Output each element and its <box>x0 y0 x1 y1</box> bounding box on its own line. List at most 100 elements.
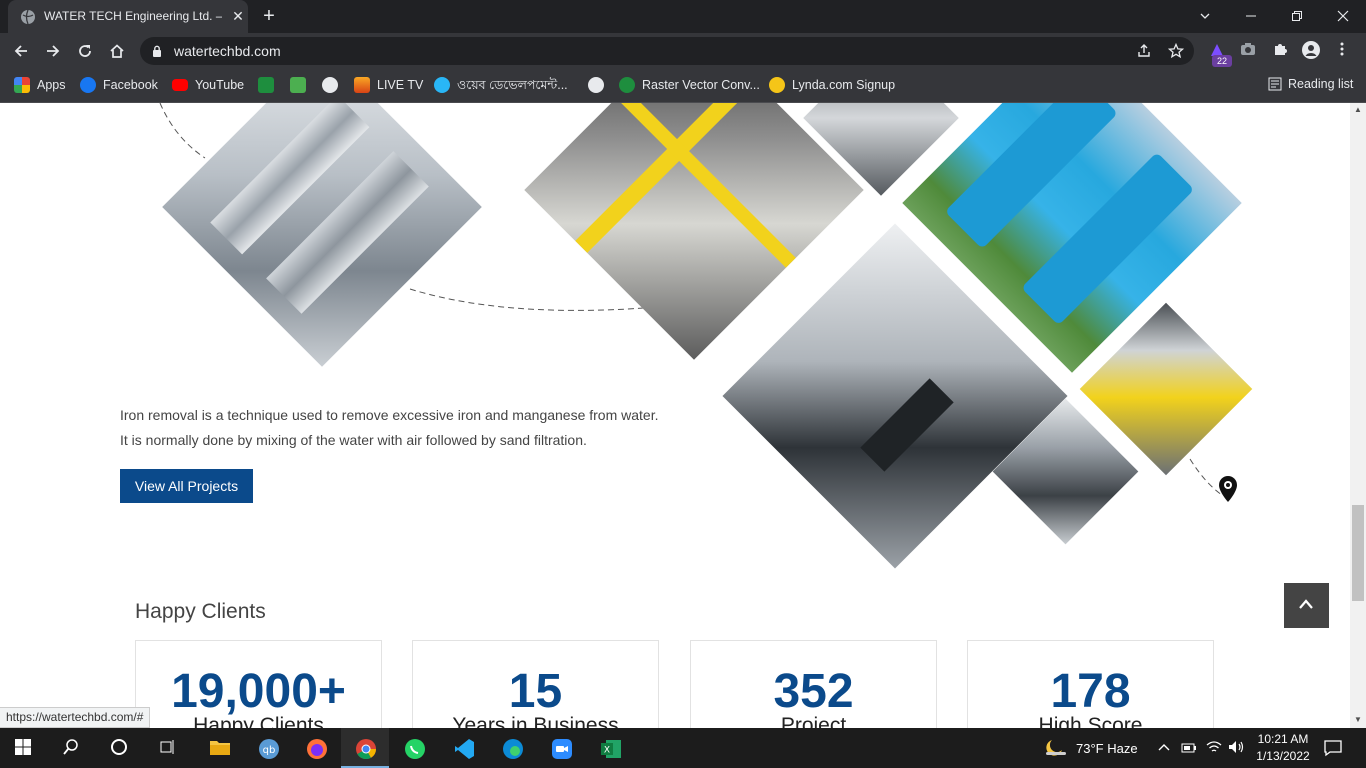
stat-card-projects: 352 Project <box>690 640 937 728</box>
tab-strip: WATER TECH Engineering Ltd. – v ✕ + <box>0 0 1366 33</box>
home-button[interactable] <box>104 38 130 64</box>
zoom-icon <box>552 739 572 759</box>
lynda-icon <box>769 76 785 93</box>
notification-center-icon[interactable] <box>1324 739 1342 757</box>
svg-text:X: X <box>604 746 610 756</box>
bookmark-web-dev[interactable]: ওয়েব ডেভেলপমেন্ট... <box>434 76 568 95</box>
bookmark-globe-1[interactable] <box>322 76 338 95</box>
bookmark-facebook[interactable]: Facebook <box>80 76 158 95</box>
bookmark-live-tv[interactable]: LIVE TV <box>354 76 423 95</box>
forward-button[interactable] <box>40 38 66 64</box>
globe-icon <box>21 9 35 25</box>
star-icon[interactable] <box>1168 43 1184 59</box>
weather-text[interactable]: 73°F Haze <box>1076 741 1138 756</box>
url-text: watertechbd.com <box>174 43 281 59</box>
camera-icon[interactable] <box>1240 41 1256 57</box>
stat-card-happy-clients: 19,000+ Happy Clients <box>135 640 382 728</box>
start-button[interactable] <box>0 728 48 768</box>
youtube-icon <box>172 78 188 91</box>
close-window-button[interactable] <box>1320 0 1366 33</box>
back-button[interactable] <box>8 38 34 64</box>
bookmark-raster-vector[interactable]: Raster Vector Conv... <box>619 76 760 95</box>
qbittorrent-button[interactable]: qb <box>244 728 292 768</box>
reload-button[interactable] <box>72 38 98 64</box>
address-bar[interactable]: watertechbd.com <box>140 37 1194 65</box>
cortana-button[interactable] <box>96 728 144 768</box>
cortana-icon <box>111 739 127 755</box>
stat-number: 178 <box>1050 665 1131 718</box>
whatsapp-button[interactable] <box>390 728 438 768</box>
bookmark-lynda[interactable]: Lynda.com Signup <box>769 76 895 95</box>
minimize-icon <box>1246 15 1256 17</box>
tray-overflow-chevron-icon[interactable] <box>1158 742 1170 752</box>
edge-icon <box>503 739 523 759</box>
wifi-icon[interactable] <box>1206 740 1222 754</box>
firefox-button[interactable] <box>292 728 340 768</box>
search-button[interactable] <box>48 728 96 768</box>
extension-badge: 22 <box>1212 55 1232 67</box>
qbittorrent-icon: qb <box>259 739 279 759</box>
web-dev-icon <box>434 76 450 93</box>
scrollbar-thumb[interactable] <box>1352 505 1364 601</box>
live-tv-icon <box>354 76 370 93</box>
bookmark-chart[interactable] <box>290 76 306 95</box>
chrome-button[interactable] <box>341 728 389 768</box>
vscode-icon <box>455 739 474 759</box>
description-line-2: It is normally done by mixing of the wat… <box>120 432 587 448</box>
clock-time: 10:21 AM <box>1257 732 1309 746</box>
arrow-left-icon <box>14 45 27 57</box>
profile-avatar-icon[interactable] <box>1302 41 1320 59</box>
stat-number: 352 <box>773 665 854 718</box>
project-description: Iron removal is a technique used to remo… <box>120 403 680 453</box>
stat-label: Years in Business <box>452 714 619 728</box>
firefox-icon <box>307 739 327 759</box>
bookmark-globe-2[interactable] <box>588 76 604 95</box>
chevron-up-icon <box>1299 599 1313 609</box>
bookmark-youtube[interactable]: YouTube <box>172 77 244 95</box>
scroll-down-arrow[interactable]: ▼ <box>1352 714 1364 726</box>
puzzle-icon[interactable] <box>1272 41 1288 57</box>
system-clock[interactable]: 10:21 AM 1/13/2022 <box>1252 731 1314 765</box>
lock-icon <box>153 45 161 57</box>
close-icon <box>1337 10 1349 22</box>
view-all-projects-button[interactable]: View All Projects <box>120 469 253 503</box>
stat-label: High Score <box>1038 714 1143 728</box>
folder-icon <box>210 741 230 755</box>
description-line-1: Iron removal is a technique used to remo… <box>120 407 659 423</box>
tab-close-icon[interactable]: ✕ <box>230 8 246 24</box>
scroll-up-arrow[interactable]: ▲ <box>1352 104 1364 116</box>
excel-icon: X <box>601 740 621 758</box>
globe-icon <box>588 76 604 93</box>
volume-icon[interactable] <box>1228 740 1246 754</box>
windows-taskbar: qb X 73°F Haze 10:21 AM 1/13/2022 <box>0 728 1366 768</box>
battery-icon[interactable] <box>1181 742 1197 754</box>
minimize-button[interactable] <box>1228 0 1274 33</box>
task-view-button[interactable] <box>144 728 192 768</box>
page-scrollbar[interactable] <box>1350 103 1366 728</box>
task-view-icon <box>160 740 174 754</box>
chrome-icon <box>356 739 377 760</box>
restore-button[interactable] <box>1274 0 1320 33</box>
stat-label: Happy Clients <box>193 714 324 728</box>
new-tab-button[interactable]: + <box>258 6 280 28</box>
zoom-button[interactable] <box>537 728 585 768</box>
bookmark-green-icon <box>258 76 274 93</box>
tab-search-button[interactable] <box>1182 0 1228 33</box>
reading-list-button[interactable]: Reading list <box>1268 77 1353 92</box>
bookmark-apps[interactable]: Apps <box>14 76 66 95</box>
edge-button[interactable] <box>488 728 536 768</box>
scroll-to-top-button[interactable] <box>1284 583 1329 628</box>
bookmark-green[interactable] <box>258 76 274 95</box>
stat-number: 15 <box>508 665 563 718</box>
browser-tab[interactable]: WATER TECH Engineering Ltd. – v ✕ <box>8 0 248 33</box>
browser-toolbar: watertechbd.com <box>0 33 1366 69</box>
arrow-right-icon <box>47 45 60 57</box>
reading-list-icon <box>1268 77 1282 91</box>
vscode-button[interactable] <box>439 728 487 768</box>
kebab-menu-icon[interactable] <box>1334 41 1350 57</box>
stat-card-high-score: 178 High Score <box>967 640 1214 728</box>
share-icon[interactable] <box>1136 43 1152 59</box>
excel-button[interactable]: X <box>586 728 634 768</box>
file-explorer-button[interactable] <box>195 728 243 768</box>
location-pin-icon[interactable] <box>1217 475 1239 503</box>
